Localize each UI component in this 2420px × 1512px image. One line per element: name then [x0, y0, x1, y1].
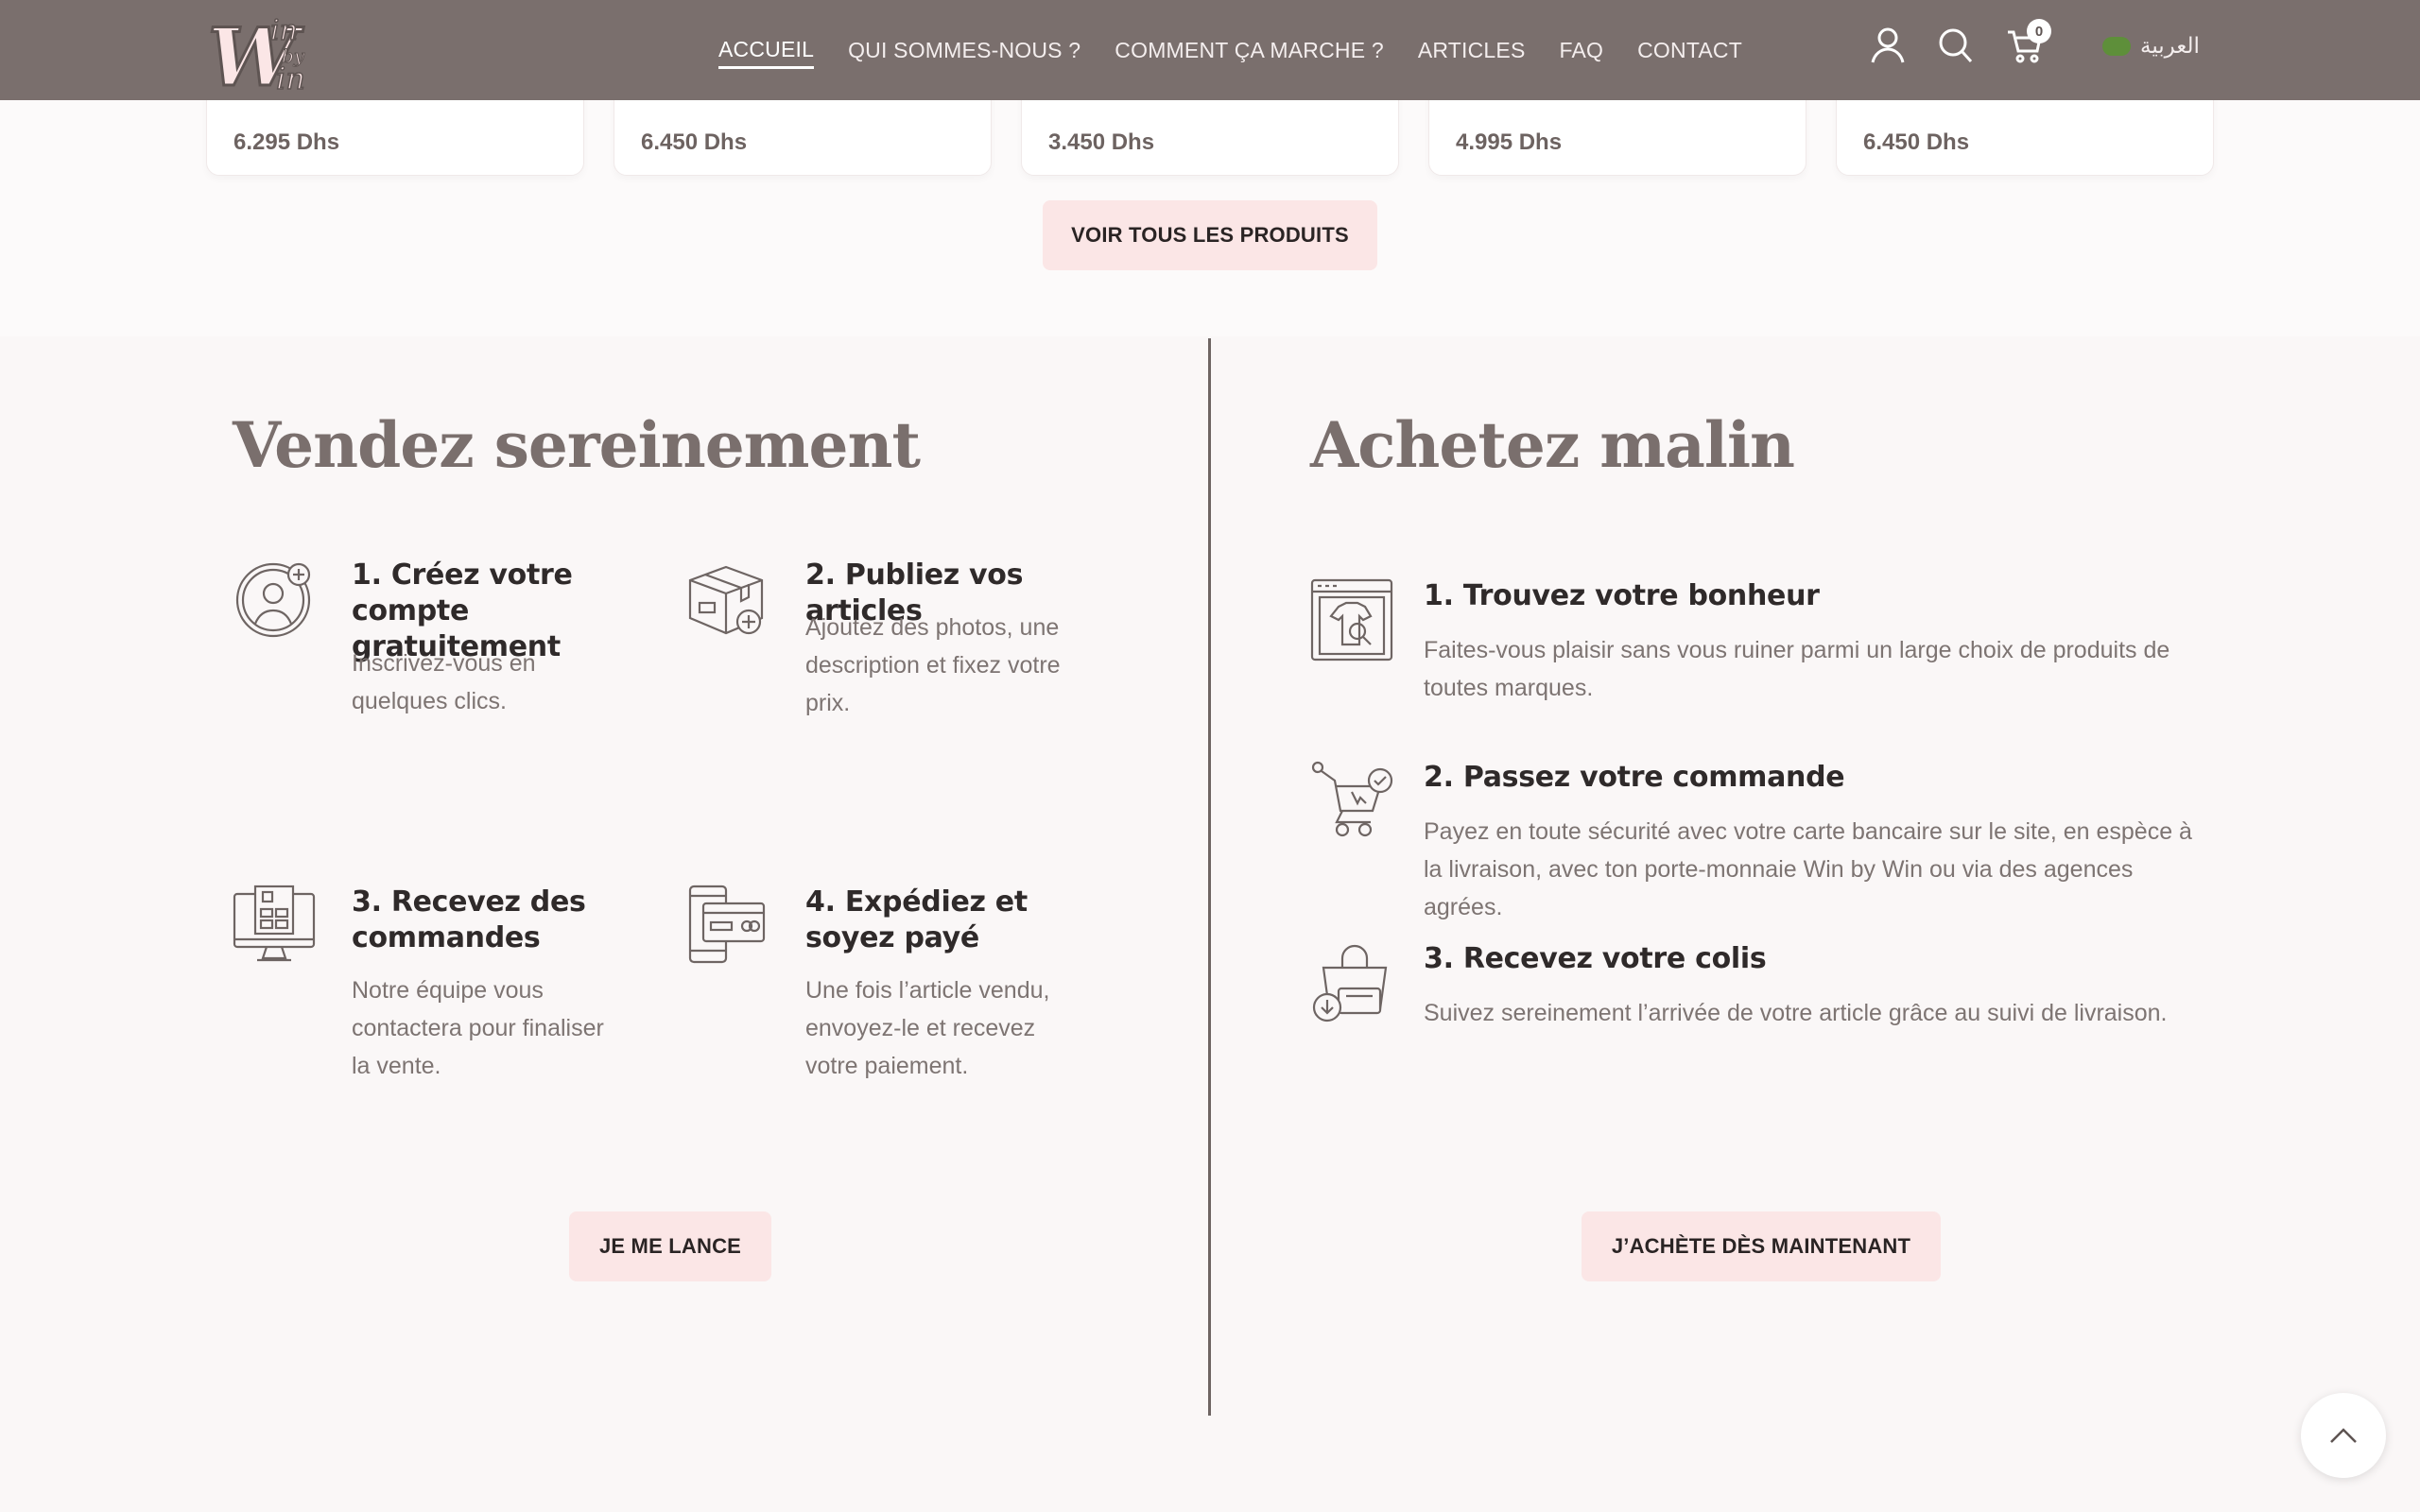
cart-check-icon: [1311, 761, 1393, 837]
cart-count-badge: 0: [2027, 19, 2051, 43]
nav-articles[interactable]: ARTICLES: [1418, 32, 1526, 69]
step-description: Suivez sereinement l’arrivée de votre ar…: [1424, 1000, 2168, 1026]
step-description: Payez en toute sécurité avec votre carte…: [1424, 818, 2192, 920]
language-switcher[interactable]: العربية: [2102, 34, 2200, 59]
product-strip: 6.295 Dhs 6.450 Dhs 3.450 Dhs 4.995 Dhs …: [206, 81, 2214, 176]
buy-title: Achetez malin: [1310, 408, 1795, 482]
product-price: 6.450 Dhs: [641, 129, 748, 155]
box-add-icon: [688, 565, 764, 635]
product-price: 6.450 Dhs: [1863, 129, 1970, 155]
product-price: 3.450 Dhs: [1048, 129, 1155, 155]
step-description: Faites-vous plaisir sans vous ruiner par…: [1424, 637, 2170, 701]
cart-icon[interactable]: 0: [2006, 19, 2051, 64]
search-icon[interactable]: [1938, 26, 1974, 64]
main-nav: ACCUEIL QUI SOMMES-NOUS ? COMMENT ÇA MAR…: [718, 0, 1742, 100]
step-description: Ajoutez des photos, une description et f…: [805, 614, 1061, 716]
flag-icon: [2102, 37, 2131, 56]
sell-step-4: 4. Expédiez et soyez payé Une fois l’art…: [686, 885, 1083, 1092]
scroll-to-top-button[interactable]: [2301, 1393, 2386, 1478]
svg-text:in: in: [276, 60, 305, 94]
step-title: 2. Passez votre commande: [1424, 761, 1845, 794]
je-me-lance-button[interactable]: JE ME LANCE: [569, 1211, 771, 1281]
view-all-products-button[interactable]: VOIR TOUS LES PRODUITS: [1043, 200, 1377, 270]
account-icon[interactable]: [1870, 26, 1906, 64]
step-title: 3. Recevez votre colis: [1424, 942, 1767, 975]
nav-contact[interactable]: CONTACT: [1637, 32, 1742, 69]
step-description: Une fois l’article vendu, envoyez-le et …: [805, 977, 1050, 1079]
sell-step-2: 2. Publiez vos articles Ajoutez des phot…: [686, 558, 1083, 747]
achete-maintenant-button[interactable]: J’ACHÈTE DÈS MAINTENANT: [1582, 1211, 1941, 1281]
sell-step-3: 3. Recevez des commandes Notre équipe vo…: [233, 885, 630, 1092]
decorative-shapes: [1097, 1501, 1333, 1512]
win-by-win-logo[interactable]: W in by in: [206, 8, 335, 95]
product-price: 6.295 Dhs: [233, 129, 340, 155]
site-header: W in by in ACCUEIL QUI SOMMES-NOUS ? COM…: [0, 0, 2420, 100]
product-price: 4.995 Dhs: [1456, 129, 1563, 155]
browser-shirt-icon: [1310, 578, 1393, 662]
step-description: Notre équipe vous contactera pour finali…: [352, 977, 604, 1079]
nav-faq[interactable]: FAQ: [1560, 32, 1604, 69]
svg-text:in: in: [270, 14, 298, 47]
step-title: 1. Trouvez votre bonheur: [1424, 579, 1820, 612]
user-add-icon: [235, 562, 311, 638]
buy-step-1: 1. Trouvez votre bonheur Faites-vous pla…: [1310, 578, 2199, 720]
step-description: Inscrivez-vous en quelques clics.: [352, 650, 536, 714]
nav-comment-ca-marche[interactable]: COMMENT ÇA MARCHE ?: [1115, 32, 1384, 69]
buy-step-3: 3. Recevez votre colis Suivez sereinemen…: [1310, 941, 2199, 1064]
section-divider: [1208, 338, 1211, 1416]
step-title: 4. Expédiez et soyez payé: [805, 885, 1028, 954]
phone-card-icon: [688, 885, 766, 964]
sell-step-1: 1. Créez votre compte gratuitement Inscr…: [233, 558, 630, 747]
nav-accueil[interactable]: ACCUEIL: [718, 31, 815, 69]
buy-step-2: 2. Passez votre commande Payez en toute …: [1310, 760, 2199, 920]
header-actions: 0: [1870, 19, 2051, 64]
shopping-bag-download-icon: [1312, 944, 1388, 1022]
step-title: 3. Recevez des commandes: [352, 885, 586, 954]
language-label: العربية: [2140, 34, 2200, 59]
nav-qui-sommes-nous[interactable]: QUI SOMMES-NOUS ?: [848, 32, 1080, 69]
monitor-order-icon: [233, 885, 316, 962]
sell-title: Vendez sereinement: [233, 408, 921, 482]
chevron-up-icon: [2330, 1428, 2357, 1443]
